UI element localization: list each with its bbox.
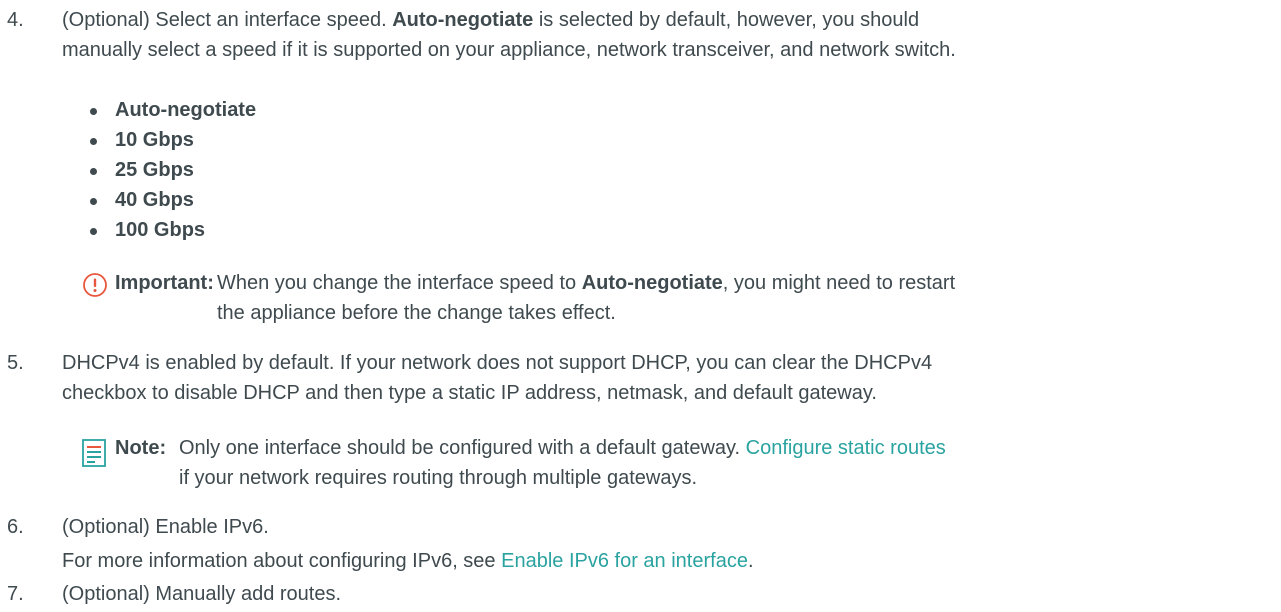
step-text-line: DHCPv4 is enabled by default. If your ne… (62, 352, 933, 374)
step-number: 5. (7, 352, 24, 374)
note-callout: Note: Only one interface should be confi… (82, 433, 1272, 493)
note-label: Note: (115, 437, 167, 459)
emphasis: Auto-negotiate (581, 272, 723, 294)
list-item: 25 Gbps (90, 155, 256, 185)
step-number: 7. (7, 583, 24, 605)
step-body: DHCPv4 is enabled by default. If your ne… (62, 348, 1262, 408)
exclamation-icon (82, 272, 108, 298)
step-number: 4. (7, 9, 24, 31)
list-item: 10 Gbps (90, 125, 256, 155)
important-callout: Important: When you change the interface… (82, 268, 1272, 328)
document: 4. (Optional) Select an interface speed.… (0, 0, 1281, 612)
step-text-line: manually select a speed if it is support… (62, 39, 956, 61)
step-number: 6. (7, 516, 24, 538)
list-item: 100 Gbps (90, 215, 256, 245)
important-label: Important: (115, 272, 214, 294)
step-body: (Optional) Enable IPv6. For more informa… (62, 512, 1262, 576)
note-icon (82, 439, 106, 467)
step-text-line: (Optional) Select an interface speed. Au… (62, 9, 920, 31)
step-body: (Optional) Manually add routes. (62, 579, 1262, 609)
note-text-line: Only one interface should be configured … (179, 437, 946, 459)
speed-options-list: Auto-negotiate 10 Gbps 25 Gbps 40 Gbps 1… (90, 95, 256, 245)
step-text-line: checkbox to disable DHCP and then type a… (62, 382, 877, 404)
important-text-line: the appliance before the change takes ef… (217, 302, 616, 324)
step-text-line: For more information about configuring I… (62, 550, 754, 572)
list-item: Auto-negotiate (90, 95, 256, 125)
enable-ipv6-link[interactable]: Enable IPv6 for an interface (501, 550, 748, 572)
note-text-line: if your network requires routing through… (179, 467, 698, 489)
emphasis: Auto-negotiate (392, 9, 534, 31)
configure-static-routes-link[interactable]: Configure static routes (746, 437, 946, 459)
step-text-line: (Optional) Enable IPv6. (62, 516, 269, 538)
step-body: (Optional) Select an interface speed. Au… (62, 5, 1262, 65)
list-item: 40 Gbps (90, 185, 256, 215)
important-text-line: When you change the interface speed to A… (217, 272, 956, 294)
step-text-line: (Optional) Manually add routes. (62, 583, 342, 605)
